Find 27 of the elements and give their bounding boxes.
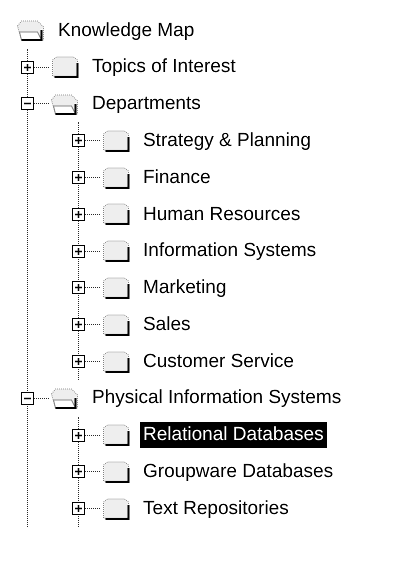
tree-item[interactable]: Strategy & Planning [140, 128, 314, 154]
collapse-icon[interactable] [21, 97, 34, 110]
expand-icon[interactable] [72, 244, 85, 258]
expand-icon[interactable] [72, 428, 85, 442]
expand-icon[interactable] [72, 465, 85, 478]
expand-icon[interactable] [72, 502, 85, 516]
tree-item[interactable]: Finance [140, 164, 214, 190]
tree-item[interactable]: Information Systems [140, 238, 320, 264]
tree-item[interactable]: Physical Information Systems [89, 385, 344, 412]
tree-item[interactable]: Human Resources [140, 202, 304, 228]
expand-icon[interactable] [72, 171, 85, 184]
tree-item[interactable]: Sales [140, 312, 194, 338]
expand-icon[interactable] [21, 60, 34, 74]
collapse-icon[interactable] [21, 392, 34, 405]
expand-icon[interactable] [72, 134, 85, 148]
tree-item[interactable]: Text Repositories [140, 496, 292, 522]
expand-icon[interactable] [72, 208, 85, 221]
expand-icon[interactable] [72, 355, 85, 368]
expand-icon[interactable] [72, 281, 85, 294]
expand-icon[interactable] [72, 318, 85, 332]
tree-item[interactable]: Departments [89, 91, 204, 117]
tree-item[interactable]: Relational Databases [140, 422, 327, 448]
tree-item[interactable]: Groupware Databases [140, 459, 336, 485]
tree-item[interactable]: Topics of Interest [89, 54, 239, 80]
tree-item[interactable]: Knowledge Map [55, 18, 198, 44]
tree-item[interactable]: Customer Service [140, 348, 297, 374]
tree-item[interactable]: Marketing [140, 275, 230, 301]
